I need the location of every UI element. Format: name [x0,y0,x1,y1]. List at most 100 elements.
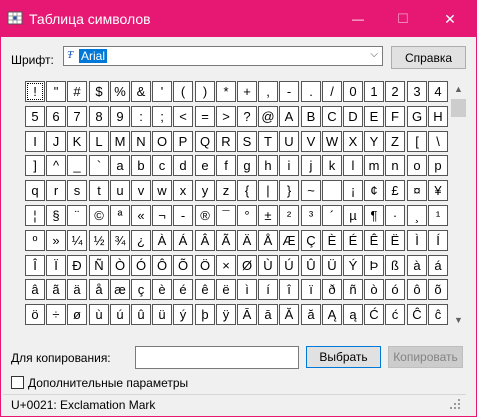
char-cell[interactable]: Z [385,131,405,152]
char-cell[interactable]: G [407,106,427,127]
char-cell[interactable]: _ [67,155,87,176]
char-cell[interactable]: v [131,180,151,201]
char-cell[interactable]: R [216,131,236,152]
char-cell[interactable]: ê [195,279,215,300]
char-cell[interactable]: V [301,131,321,152]
char-cell[interactable]: ñ [343,279,363,300]
char-cell[interactable]: µ [343,205,363,226]
char-cell[interactable]: û [131,304,151,325]
char-cell[interactable]: w [152,180,172,201]
char-cell[interactable]: Ø [237,255,257,276]
char-cell[interactable]: · [385,205,405,226]
chevron-down-icon[interactable]: ⌵ [370,49,378,60]
char-cell[interactable]: Ć [364,304,384,325]
char-cell[interactable]: § [46,205,66,226]
char-cell[interactable]: , [258,81,278,102]
char-cell[interactable]: ā [258,304,278,325]
char-cell[interactable]: Â [195,230,215,251]
char-cell[interactable]: Ë [385,230,405,251]
char-cell[interactable]: Ü [322,255,342,276]
char-cell[interactable]: º [25,230,45,251]
char-cell[interactable]: n [385,155,405,176]
char-cell[interactable]: b [131,155,151,176]
char-cell[interactable]: I [25,131,45,152]
char-cell[interactable]: 7 [67,106,87,127]
char-cell[interactable]: $ [89,81,109,102]
char-cell[interactable]: ´ [322,205,342,226]
char-cell[interactable]: M [110,131,130,152]
char-cell[interactable]: á [428,255,448,276]
char-cell[interactable]: \ [428,131,448,152]
char-cell[interactable]: 0 [343,81,363,102]
char-cell[interactable]: ª [110,205,130,226]
char-cell[interactable]: . [301,81,321,102]
char-cell[interactable]: ć [385,304,405,325]
char-cell[interactable]: æ [110,279,130,300]
char-cell[interactable]: Ò [110,255,130,276]
char-cell[interactable]: & [131,81,151,102]
char-cell[interactable]: ü [152,304,172,325]
char-cell[interactable]: Ì [407,230,427,251]
char-cell[interactable]: X [343,131,363,152]
char-cell[interactable]: z [216,180,236,201]
char-cell[interactable]: ï [301,279,321,300]
char-cell[interactable]: ÷ [46,304,66,325]
scroll-down-icon[interactable]: ▼ [450,312,467,329]
char-cell[interactable]: ² [279,205,299,226]
title-bar[interactable]: Таблица символов — ☐ ✕ [1,1,476,37]
advanced-options-label[interactable]: Дополнительные параметры [28,376,188,390]
char-cell[interactable]: | [258,180,278,201]
char-cell[interactable]: í [258,279,278,300]
char-cell[interactable]: W [322,131,342,152]
char-cell[interactable] [322,180,342,201]
char-cell[interactable]: È [322,230,342,251]
char-cell[interactable]: Ç [301,230,321,251]
char-cell[interactable]: ¶ [364,205,384,226]
char-cell[interactable]: ? [237,106,257,127]
minimize-button[interactable]: — [337,1,379,37]
char-cell[interactable]: ¿ [131,230,151,251]
char-cell[interactable]: e [195,155,215,176]
char-cell[interactable]: Ó [131,255,151,276]
char-cell[interactable]: ¨ [67,205,87,226]
char-cell[interactable]: Ñ [89,255,109,276]
char-cell[interactable]: ý [173,304,193,325]
char-cell[interactable]: [ [407,131,427,152]
char-cell[interactable]: « [131,205,151,226]
select-button[interactable]: Выбрать [306,346,381,368]
char-cell[interactable]: õ [428,279,448,300]
char-cell[interactable]: p [428,155,448,176]
char-cell[interactable]: f [216,155,236,176]
char-cell[interactable]: å [89,279,109,300]
char-cell[interactable]: ! [25,81,45,102]
char-cell[interactable]: j [301,155,321,176]
advanced-checkbox[interactable] [11,376,24,389]
char-cell[interactable]: 9 [110,106,130,127]
char-cell[interactable]: m [364,155,384,176]
char-cell[interactable]: a [110,155,130,176]
char-cell[interactable]: c [152,155,172,176]
char-cell[interactable]: ® [195,205,215,226]
char-cell[interactable]: » [46,230,66,251]
char-cell[interactable]: Ö [195,255,215,276]
char-cell[interactable]: ¼ [67,230,87,251]
char-cell[interactable]: q [25,180,45,201]
char-cell[interactable]: ÿ [216,304,236,325]
char-cell[interactable]: ë [216,279,236,300]
char-cell[interactable]: Ý [343,255,363,276]
char-cell[interactable]: Ú [279,255,299,276]
char-cell[interactable]: ; [152,106,172,127]
scrollbar-thumb[interactable] [451,99,466,117]
char-cell[interactable]: Ð [67,255,87,276]
char-cell[interactable]: ĉ [428,304,448,325]
help-button[interactable]: Справка [391,46,466,69]
maximize-button[interactable]: ☐ [382,1,424,37]
char-cell[interactable]: u [110,180,130,201]
char-cell[interactable]: ç [131,279,151,300]
char-cell[interactable]: ¯ [216,205,236,226]
char-cell[interactable]: ø [67,304,87,325]
char-cell[interactable]: ¸ [407,205,427,226]
char-cell[interactable]: ] [25,155,45,176]
char-cell[interactable]: î [279,279,299,300]
char-cell[interactable]: ú [110,304,130,325]
